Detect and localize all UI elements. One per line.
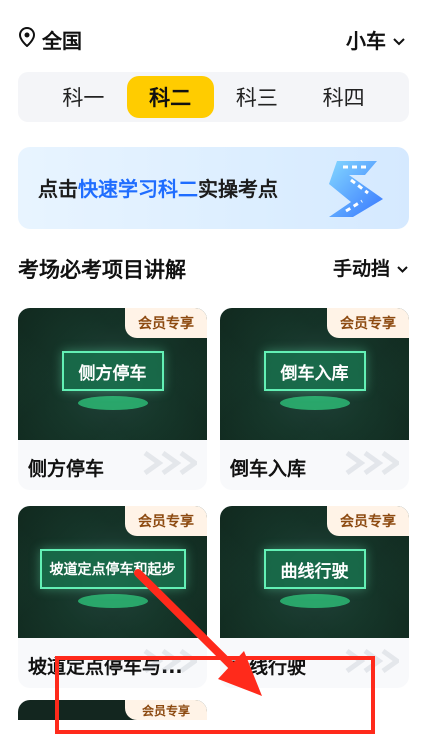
card-thumbnail: 会员专享 倒车入库 [220,308,409,440]
chevron-decoration-icon [143,451,197,475]
banner-text: 点击快速学习科二实操考点 [38,173,278,202]
banner-suffix: 实操考点 [198,177,278,201]
location-selector[interactable]: 全国 [18,25,82,54]
banner-highlight: 快速学习科二 [78,177,198,201]
section-header: 考场必考项目讲解 手动挡 [18,254,409,288]
member-badge: 会员专享 [327,506,409,536]
location-label: 全国 [42,29,82,53]
card-thumbnail: 会员专享 坡道定点停车和起步 [18,506,207,638]
banner-prefix: 点击 [38,177,78,201]
exam-items-title: 考场必考项目讲解 [18,258,186,282]
tab-subject-4[interactable]: 科四 [300,76,387,118]
top-bar: 全国 小车 [0,0,426,72]
thumbnail-platform [279,396,350,410]
card-thumbnail: 会员专享 曲线行驶 [220,506,409,638]
card-title: 倒车入库 [230,458,307,480]
transmission-label: 手动挡 [332,258,390,280]
road-3d-icon [329,161,383,217]
chevron-decoration-icon [345,649,399,673]
thumbnail-platform [279,594,350,608]
learn-subject-2-banner[interactable]: 点击快速学习科二实操考点 [18,147,409,229]
thumbnail-platform [77,396,148,410]
card-side-parking[interactable]: 会员专享 侧方停车 侧方停车 [18,308,207,490]
tab-subject-1[interactable]: 科一 [40,76,127,118]
thumbnail-platform [77,594,148,608]
thumbnail-title: 侧方停车 [61,351,164,391]
card-partial-next[interactable]: 会员专享 [18,700,207,720]
card-title: 侧方停车 [28,458,105,480]
member-badge: 会员专享 [125,700,207,720]
transmission-selector[interactable]: 手动挡 [333,254,409,281]
chevron-decoration-icon [143,649,197,673]
vehicle-type-label: 小车 [346,29,386,53]
thumbnail-title: 倒车入库 [263,351,366,391]
subject-tabs: 科一 科二 科三 科四 [18,72,409,122]
member-badge: 会员专享 [125,506,207,536]
card-slope-start[interactable]: 会员专享 坡道定点停车和起步 坡道定点停车与... [18,506,207,688]
card-curve-driving[interactable]: 会员专享 曲线行驶 曲线行驶 [220,506,409,688]
card-title: 曲线行驶 [230,656,307,678]
chevron-down-icon [396,257,409,279]
tab-subject-3[interactable]: 科三 [214,76,301,118]
thumbnail-title: 曲线行驶 [263,549,366,589]
card-reverse-parking[interactable]: 会员专享 倒车入库 倒车入库 [220,308,409,490]
location-pin-icon [18,26,36,52]
member-badge: 会员专享 [327,308,409,338]
member-badge: 会员专享 [125,308,207,338]
tab-subject-2[interactable]: 科二 [126,76,214,118]
chevron-down-icon [392,28,406,52]
thumbnail-title: 坡道定点停车和起步 [39,549,186,589]
card-thumbnail: 会员专享 侧方停车 [18,308,207,440]
chevron-decoration-icon [345,451,399,475]
vehicle-type-selector[interactable]: 小车 [346,25,406,54]
